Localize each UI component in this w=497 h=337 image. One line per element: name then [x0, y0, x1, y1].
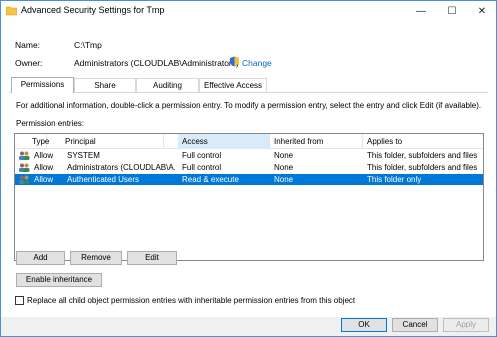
row-principal: Administrators (CLOUDLAB\A... — [67, 163, 175, 172]
row-type: Allow — [34, 163, 54, 172]
permissions-info-text: For additional information, double-click… — [16, 101, 482, 110]
apply-button[interactable]: Apply — [443, 318, 489, 332]
row-access: Read & execute — [182, 175, 239, 184]
maximize-icon: ☐ — [447, 5, 457, 17]
row-inherited-from: None — [274, 175, 294, 184]
enable-inheritance-button[interactable]: Enable inheritance — [16, 273, 102, 287]
users-icon — [19, 175, 30, 184]
row-inherited-from: None — [274, 151, 294, 160]
row-access: Full control — [182, 163, 222, 172]
row-applies-to: This folder, subfolders and files — [367, 163, 478, 172]
folder-icon — [6, 6, 17, 16]
title-bar[interactable]: Advanced Security Settings for Tmp — ☐ ✕ — [1, 1, 496, 21]
row-principal: Authenticated Users — [67, 175, 140, 184]
list-header: Type Principal Access Inherited from App… — [15, 134, 483, 149]
close-icon: ✕ — [477, 5, 487, 17]
table-row[interactable]: Allow SYSTEM Full control None This fold… — [15, 150, 483, 161]
tab-auditing[interactable]: Auditing — [136, 78, 199, 92]
cancel-button[interactable]: Cancel — [392, 318, 438, 332]
close-button[interactable]: ✕ — [467, 1, 497, 21]
dialog-content: Name: C:\Tmp Owner: Administrators (CLOU… — [1, 21, 496, 317]
table-row[interactable]: Allow Administrators (CLOUDLAB\A... Full… — [15, 162, 483, 173]
column-header-access[interactable]: Access — [178, 134, 270, 149]
column-header-inherited-from[interactable]: Inherited from — [270, 134, 363, 149]
row-principal: SYSTEM — [67, 151, 100, 160]
row-type: Allow — [34, 175, 54, 184]
replace-child-permissions-checkbox[interactable] — [15, 296, 24, 305]
tab-effective-access[interactable]: Effective Access — [199, 78, 267, 92]
column-header-applies-to[interactable]: Applies to — [363, 134, 483, 149]
add-button[interactable]: Add — [16, 251, 65, 265]
maximize-button[interactable]: ☐ — [437, 1, 467, 21]
minimize-button[interactable]: — — [406, 1, 436, 21]
remove-button[interactable]: Remove — [70, 251, 122, 265]
row-applies-to: This folder, subfolders and files — [367, 151, 478, 160]
permission-entries-list[interactable]: Type Principal Access Inherited from App… — [14, 133, 484, 261]
owner-label: Owner: — [15, 58, 43, 68]
edit-button[interactable]: Edit — [127, 251, 177, 265]
users-icon — [19, 151, 30, 160]
column-header-principal[interactable]: Principal — [47, 134, 164, 149]
row-applies-to: This folder only — [367, 175, 422, 184]
tab-share[interactable]: Share — [74, 78, 136, 92]
dialog-footer: OK Cancel Apply — [1, 317, 496, 336]
row-access: Full control — [182, 151, 222, 160]
row-type: Allow — [34, 151, 54, 160]
minimize-icon: — — [416, 5, 426, 17]
table-row-selected[interactable]: Allow Authenticated Users Read & execute… — [15, 174, 483, 185]
advanced-security-window: Advanced Security Settings for Tmp — ☐ ✕… — [0, 0, 497, 337]
tab-permissions[interactable]: Permissions — [11, 77, 74, 93]
change-owner-link[interactable]: Change — [242, 58, 272, 68]
uac-shield-icon — [230, 56, 239, 67]
name-value: C:\Tmp — [74, 40, 102, 50]
name-label: Name: — [15, 40, 41, 50]
column-header-type[interactable]: Type — [15, 134, 49, 149]
users-icon — [19, 163, 30, 172]
permission-entries-label: Permission entries: — [16, 119, 85, 128]
ok-button[interactable]: OK — [341, 318, 387, 332]
owner-value: Administrators (CLOUDLAB\Administrators) — [74, 58, 239, 68]
row-inherited-from: None — [274, 163, 294, 172]
replace-child-permissions-label[interactable]: Replace all child object permission entr… — [27, 296, 355, 305]
window-title: Advanced Security Settings for Tmp — [21, 5, 165, 15]
